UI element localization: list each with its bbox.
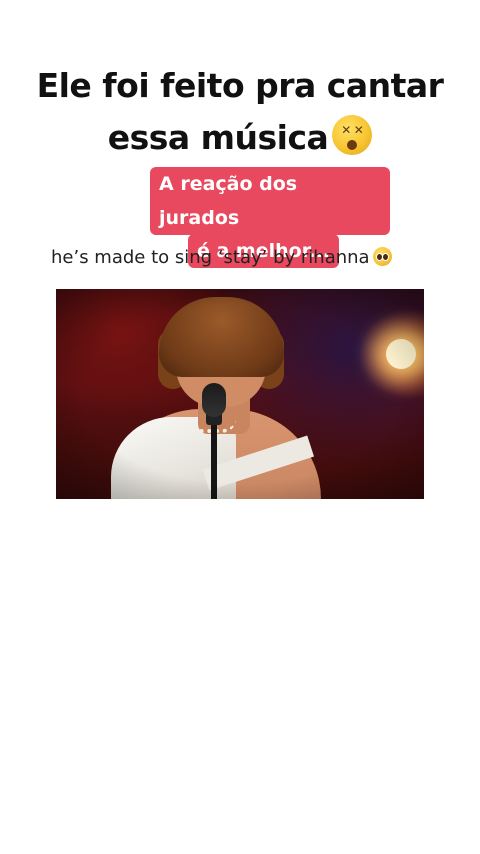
post-caption: he’s made to sing ‘stay’ by rihanna [51, 247, 392, 268]
video-vignette [56, 289, 424, 499]
reaction-pill-line-1: A reação dos jurados [150, 167, 390, 235]
overlay-headline: Ele foi feito pra cantar essa música ✕ ✕ [0, 60, 480, 164]
headline-line-2-text: essa música [107, 118, 329, 157]
video-frame[interactable] [56, 289, 424, 499]
headline-line-2: essa música ✕ ✕ [0, 112, 480, 164]
headline-line-1: Ele foi feito pra cantar [36, 66, 444, 105]
post-caption-text: he’s made to sing ‘stay’ by rihanna [51, 247, 370, 268]
dizzy-face-icon: ✕ ✕ [332, 115, 373, 155]
pleading-face-icon [372, 247, 392, 266]
